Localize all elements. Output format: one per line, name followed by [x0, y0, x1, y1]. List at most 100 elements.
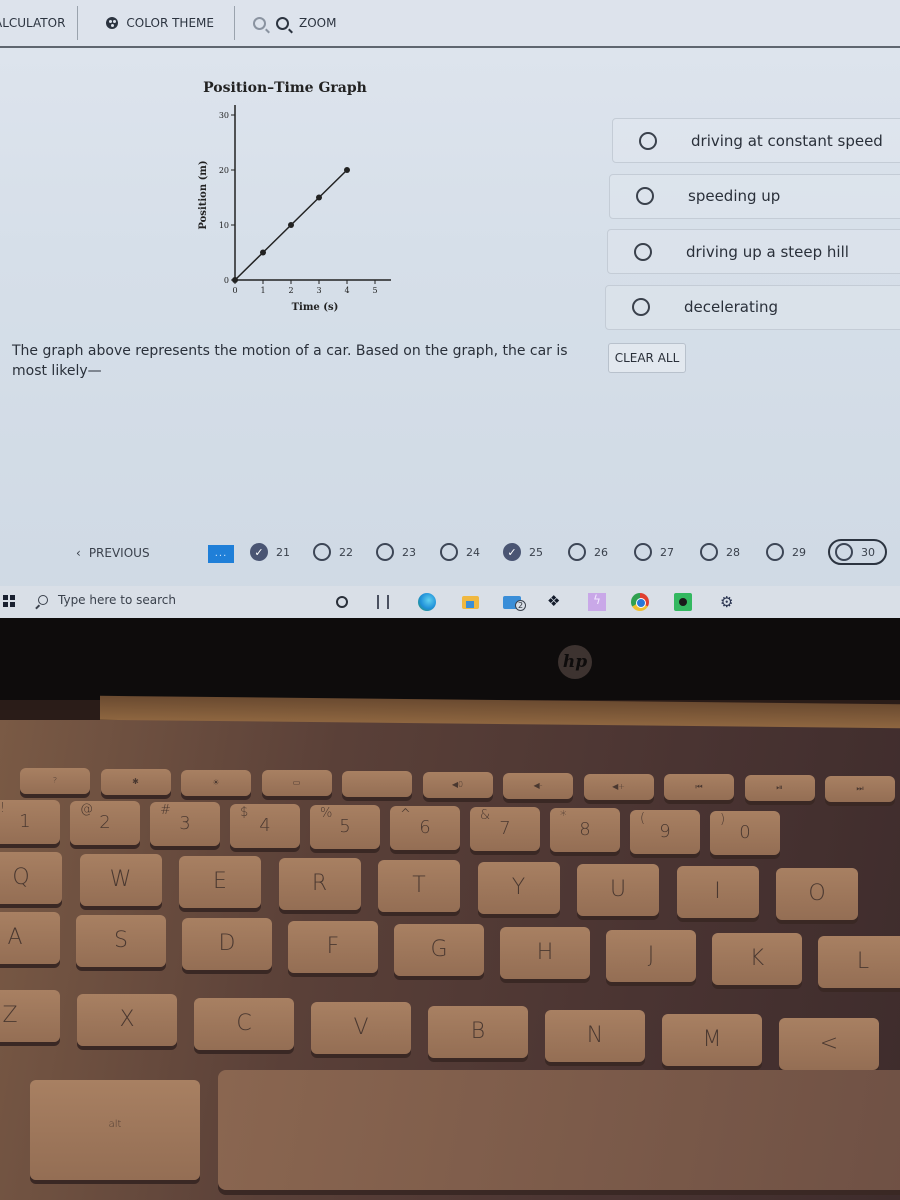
key-u[interactable]: U	[577, 864, 659, 916]
key-c[interactable]: C	[194, 998, 294, 1050]
key-j[interactable]: J	[606, 930, 696, 982]
key-e[interactable]: E	[179, 856, 261, 908]
key-a[interactable]: A	[0, 912, 60, 964]
key-f[interactable]: F	[288, 921, 378, 973]
radio-button[interactable]	[636, 187, 654, 205]
key-7[interactable]: & 7	[470, 807, 540, 852]
key-alt[interactable]: alt	[30, 1080, 200, 1180]
status-circle-icon	[766, 543, 784, 561]
key-comma[interactable]: <	[779, 1018, 879, 1070]
chevron-left-icon: ‹	[76, 546, 81, 560]
question-23-button[interactable]: 23	[376, 543, 416, 561]
key-t[interactable]: T	[378, 860, 460, 912]
question-26-button[interactable]: 26	[568, 543, 608, 561]
windows-start-icon[interactable]	[3, 595, 15, 607]
key-shift-label: @	[80, 802, 93, 818]
spacebar[interactable]	[218, 1070, 900, 1190]
dropbox-icon[interactable]	[547, 592, 563, 610]
question-28-button[interactable]: 28	[700, 543, 740, 561]
key-label: J	[647, 943, 655, 968]
key-9[interactable]: (9	[630, 809, 700, 854]
question-29-button[interactable]: 29	[766, 543, 806, 561]
radio-button[interactable]	[639, 131, 657, 150]
option-decelerating[interactable]: decelerating	[605, 284, 900, 330]
key-h[interactable]: H	[500, 927, 590, 979]
key-label: M	[702, 1027, 722, 1052]
key-4[interactable]: $4	[230, 803, 300, 848]
key-label: 0	[739, 821, 751, 843]
fn-key-9[interactable]: ⏮	[664, 774, 734, 801]
zoom-out-icon[interactable]	[252, 16, 266, 30]
key-s[interactable]: S	[76, 915, 166, 967]
key-b[interactable]: B	[428, 1006, 528, 1058]
key-1[interactable]: ! 1	[0, 800, 60, 844]
gear-icon[interactable]: ⚙	[720, 593, 738, 611]
key-x[interactable]: X	[77, 994, 177, 1046]
option-constant-speed[interactable]: driving at constant speed	[612, 118, 900, 163]
question-30-button[interactable]: 30	[828, 539, 887, 565]
key-l[interactable]: L	[818, 936, 900, 988]
key-5[interactable]: % 5	[310, 804, 380, 849]
x-tick-label: 0	[232, 286, 237, 295]
fn-key-6[interactable]: ◀0	[422, 772, 493, 798]
key-v[interactable]: V	[311, 1002, 411, 1054]
question-21-button[interactable]: ✓ 21	[250, 543, 290, 561]
key-shift-label: $	[240, 804, 249, 820]
data-point	[260, 249, 266, 256]
key-8[interactable]: * 8	[550, 808, 620, 853]
fn-key-10[interactable]: ⏯	[744, 775, 815, 802]
fn-key-8[interactable]: ◀+	[583, 773, 654, 800]
key-6[interactable]: ^ 6	[390, 806, 460, 850]
chrome-icon[interactable]	[631, 593, 649, 611]
key-label: B	[470, 1019, 486, 1044]
key-k[interactable]: K	[712, 933, 802, 985]
question-27-button[interactable]: 27	[634, 543, 674, 561]
color-theme-button[interactable]: COLOR THEME	[78, 0, 234, 46]
fn-key-11[interactable]: ⏭	[825, 776, 895, 802]
fn-key-7[interactable]: ◀-	[503, 772, 573, 799]
taskbar-search-input[interactable]: Type here to search	[38, 593, 176, 607]
calculator-button[interactable]: ALCULATOR	[0, 0, 77, 46]
cortana-icon[interactable]	[336, 596, 348, 608]
power-automate-icon[interactable]	[588, 593, 606, 611]
status-circle-icon	[568, 543, 586, 561]
key-o[interactable]: O	[776, 868, 858, 920]
fn-key-4[interactable]: ▭	[261, 770, 332, 797]
key-q[interactable]: Q	[0, 852, 62, 904]
fn-key-1[interactable]: ?	[20, 768, 90, 794]
previous-button[interactable]: ‹ PREVIOUS	[76, 546, 150, 560]
file-explorer-icon[interactable]	[462, 596, 479, 609]
question-25-button[interactable]: ✓ 25	[503, 543, 543, 561]
option-speeding-up[interactable]: speeding up	[609, 173, 900, 219]
y-tick-label: 30	[219, 111, 229, 120]
key-m[interactable]: M	[662, 1014, 762, 1066]
key-d[interactable]: D	[182, 918, 272, 970]
key-w[interactable]: W	[79, 854, 162, 906]
key-y[interactable]: Y	[477, 862, 560, 914]
more-questions-button[interactable]: ...	[208, 545, 234, 563]
data-point	[316, 194, 322, 201]
key-i[interactable]: I	[676, 866, 759, 918]
fn-key-5[interactable]	[342, 771, 412, 798]
key-g[interactable]: G	[394, 924, 484, 976]
radio-button[interactable]	[632, 298, 650, 316]
key-n[interactable]: N	[545, 1010, 645, 1062]
question-22-button[interactable]: 22	[313, 543, 353, 561]
radio-button[interactable]	[634, 242, 652, 261]
zoom-in-icon[interactable]	[275, 16, 289, 30]
key-r[interactable]: R	[278, 858, 361, 910]
spotify-icon[interactable]	[674, 593, 692, 611]
key-z[interactable]: Z	[0, 990, 60, 1042]
option-steep-hill[interactable]: driving up a steep hill	[607, 229, 900, 274]
key-3[interactable]: #3	[150, 802, 220, 847]
task-view-icon[interactable]	[377, 595, 389, 609]
key-0[interactable]: ) 0	[710, 810, 780, 855]
key-label: 1	[19, 811, 31, 832]
key-label: D	[218, 931, 236, 956]
fn-key-3[interactable]: ☀	[181, 769, 251, 796]
question-24-button[interactable]: 24	[440, 543, 480, 561]
edge-icon[interactable]	[418, 593, 436, 611]
key-2[interactable]: @2	[70, 801, 140, 846]
clear-all-button[interactable]: CLEAR ALL	[608, 343, 686, 373]
fn-key-2[interactable]: ✱	[100, 768, 171, 795]
